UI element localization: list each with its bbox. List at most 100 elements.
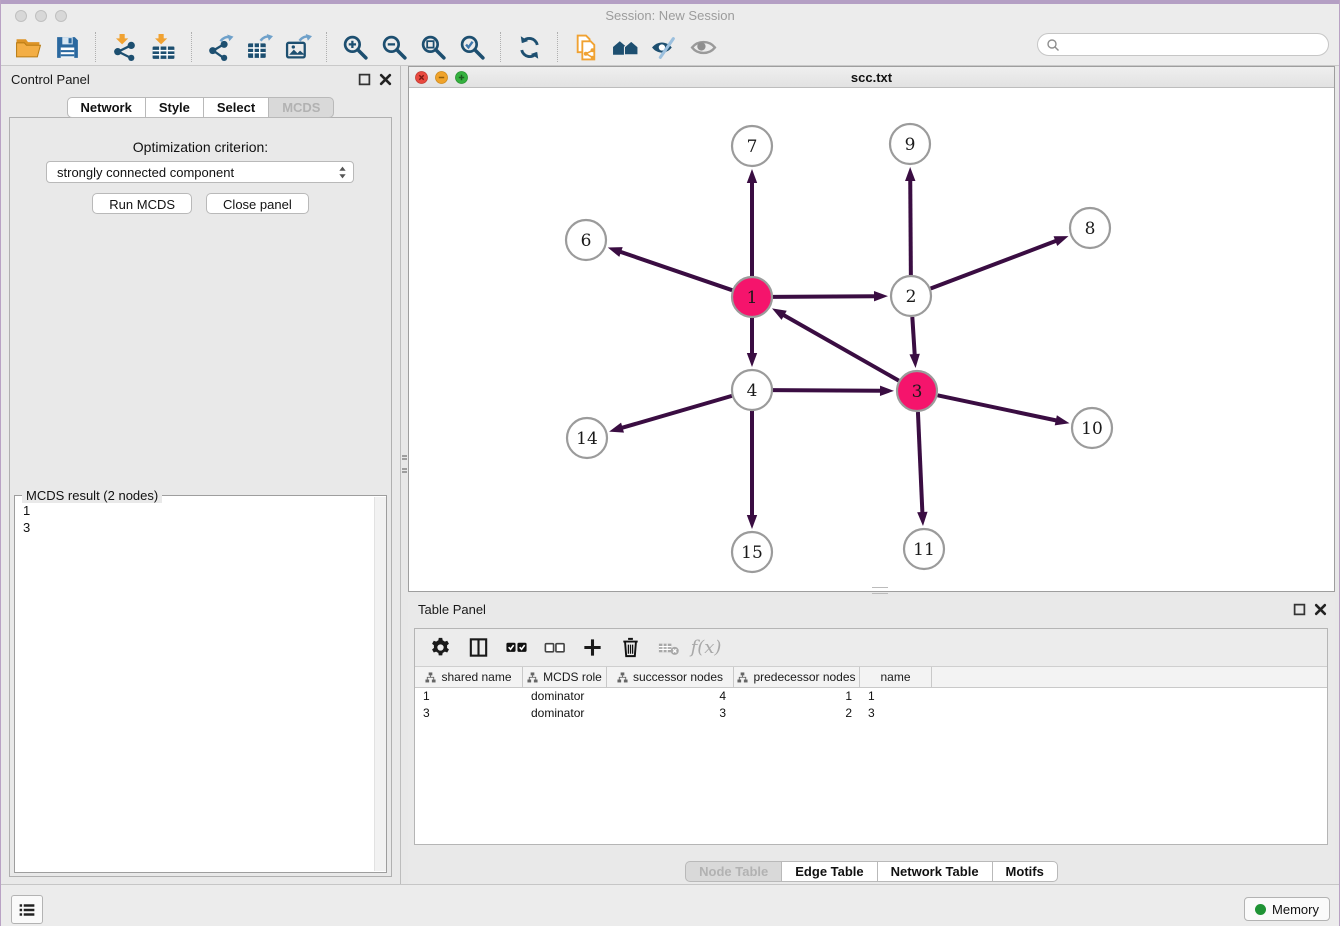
close-panel-button[interactable]: Close panel: [206, 193, 309, 214]
close-table-panel-icon[interactable]: [1314, 603, 1327, 616]
graph-node-label-4: 4: [747, 381, 758, 401]
home-icon[interactable]: [609, 31, 642, 63]
edge-4-3[interactable]: [773, 390, 882, 391]
control-panel-tabs: NetworkStyleSelectMCDS: [1, 97, 400, 118]
table-row[interactable]: 3dominator323: [415, 705, 1327, 722]
edge-2-8[interactable]: [931, 240, 1058, 288]
mcds-result-list[interactable]: 13: [15, 498, 374, 872]
column-header-label: successor nodes: [633, 670, 723, 684]
import-table-icon[interactable]: [147, 31, 180, 63]
graph-node-label-3: 3: [912, 382, 923, 402]
table-tab-motifs[interactable]: Motifs: [992, 861, 1058, 882]
split-columns-icon[interactable]: [463, 633, 493, 663]
arrowhead-3-11: [917, 512, 927, 526]
arrowhead-2-8: [1054, 236, 1069, 246]
zoom-fit-icon[interactable]: [417, 31, 450, 63]
task-history-button[interactable]: [11, 895, 43, 924]
edge-1-6[interactable]: [619, 251, 732, 290]
zoom-out-icon[interactable]: [378, 31, 411, 63]
column-header-name[interactable]: name: [860, 667, 932, 687]
edge-1-2[interactable]: [773, 296, 876, 297]
result-scrollbar[interactable]: [374, 497, 386, 871]
edge-3-1[interactable]: [782, 314, 898, 380]
column-header-shared-name[interactable]: shared name: [415, 667, 523, 687]
tab-mcds[interactable]: MCDS: [268, 97, 334, 118]
table-settings-icon[interactable]: [425, 633, 455, 663]
network-view-window: scc.txt 7968124314101511: [408, 66, 1335, 592]
table-cell[interactable]: 1: [734, 688, 860, 705]
table-panel-title: Table Panel: [418, 602, 486, 617]
tab-style[interactable]: Style: [145, 97, 204, 118]
export-table-icon[interactable]: [243, 31, 276, 63]
column-header-MCDS-role[interactable]: MCDS role: [523, 667, 607, 687]
open-session-icon[interactable]: [12, 31, 45, 63]
memory-label: Memory: [1272, 902, 1319, 917]
tab-select[interactable]: Select: [203, 97, 269, 118]
arrowhead-3-1: [772, 308, 787, 319]
memory-button[interactable]: Memory: [1244, 897, 1330, 921]
table-panel: Table Panel f(x) shared nameMCDS rolesuc…: [408, 596, 1335, 884]
close-panel-icon[interactable]: [379, 73, 392, 86]
node-table[interactable]: shared nameMCDS role successor nodes prede…: [415, 667, 1327, 844]
column-header-successor-nodes[interactable]: successor nodes: [607, 667, 734, 687]
search-input[interactable]: [1064, 36, 1328, 53]
search-box[interactable]: [1037, 33, 1329, 56]
tab-network[interactable]: Network: [67, 97, 146, 118]
float-panel-icon[interactable]: [358, 73, 371, 86]
deselect-all-columns-icon[interactable]: [539, 633, 569, 663]
table-tab-node-table[interactable]: Node Table: [685, 861, 782, 882]
delete-column-icon[interactable]: [615, 633, 645, 663]
table-tab-network-table[interactable]: Network Table: [877, 861, 993, 882]
chevron-up-down-icon: [338, 165, 347, 180]
network-canvas[interactable]: 7968124314101511: [409, 88, 1334, 591]
edge-2-3[interactable]: [912, 317, 914, 356]
network-window-titlebar[interactable]: scc.txt: [409, 67, 1334, 88]
panel-splitter-handle[interactable]: [402, 455, 407, 473]
table-cell[interactable]: 3: [860, 705, 932, 722]
import-network-icon[interactable]: [108, 31, 141, 63]
float-table-panel-icon[interactable]: [1293, 603, 1306, 616]
graph-node-label-14: 14: [576, 429, 598, 449]
toolbar-separator: [557, 32, 559, 62]
mcds-result-node: 1: [23, 502, 366, 519]
table-cell[interactable]: 3: [415, 705, 523, 722]
table-cell[interactable]: 2: [734, 705, 860, 722]
table-tab-edge-table[interactable]: Edge Table: [781, 861, 877, 882]
edge-4-14[interactable]: [621, 396, 732, 428]
save-session-icon[interactable]: [51, 31, 84, 63]
control-panel-title: Control Panel: [11, 72, 90, 87]
arrowhead-2-3: [909, 354, 919, 368]
network-graph[interactable]: 7968124314101511: [409, 88, 1334, 591]
table-panel-tabs: Node TableEdge TableNetwork TableMotifs: [408, 861, 1335, 882]
table-cell[interactable]: 1: [415, 688, 523, 705]
run-mcds-button[interactable]: Run MCDS: [92, 193, 192, 214]
main-toolbar-icons: [9, 28, 723, 66]
edge-3-10[interactable]: [938, 395, 1058, 420]
hierarchy-icon: [527, 672, 538, 683]
arrowhead-3-10: [1055, 415, 1070, 425]
refresh-icon[interactable]: [513, 31, 546, 63]
delete-table-icon: [653, 633, 683, 663]
select-all-columns-icon[interactable]: [501, 633, 531, 663]
edge-3-11[interactable]: [918, 412, 923, 514]
zoom-selected-icon[interactable]: [456, 31, 489, 63]
add-column-icon[interactable]: [577, 633, 607, 663]
edge-2-9[interactable]: [910, 179, 911, 275]
node-table-container: f(x) shared nameMCDS rolesuccessor nodes…: [414, 628, 1328, 845]
table-cell[interactable]: 4: [607, 688, 734, 705]
column-header-predecessor-nodes[interactable]: predecessor nodes: [734, 667, 860, 687]
graph-node-label-9: 9: [905, 135, 916, 155]
network-resize-handle[interactable]: [872, 587, 888, 594]
export-image-icon[interactable]: [282, 31, 315, 63]
table-cell[interactable]: dominator: [523, 688, 607, 705]
clone-network-icon[interactable]: [570, 31, 603, 63]
table-cell[interactable]: dominator: [523, 705, 607, 722]
table-cell[interactable]: 1: [860, 688, 932, 705]
birds-eye-view-icon[interactable]: [687, 31, 720, 63]
criterion-dropdown[interactable]: strongly connected component: [46, 161, 354, 183]
table-cell[interactable]: 3: [607, 705, 734, 722]
table-row[interactable]: 1dominator411: [415, 688, 1327, 705]
zoom-in-icon[interactable]: [339, 31, 372, 63]
hide-view-icon[interactable]: [648, 31, 681, 63]
export-network-icon[interactable]: [204, 31, 237, 63]
